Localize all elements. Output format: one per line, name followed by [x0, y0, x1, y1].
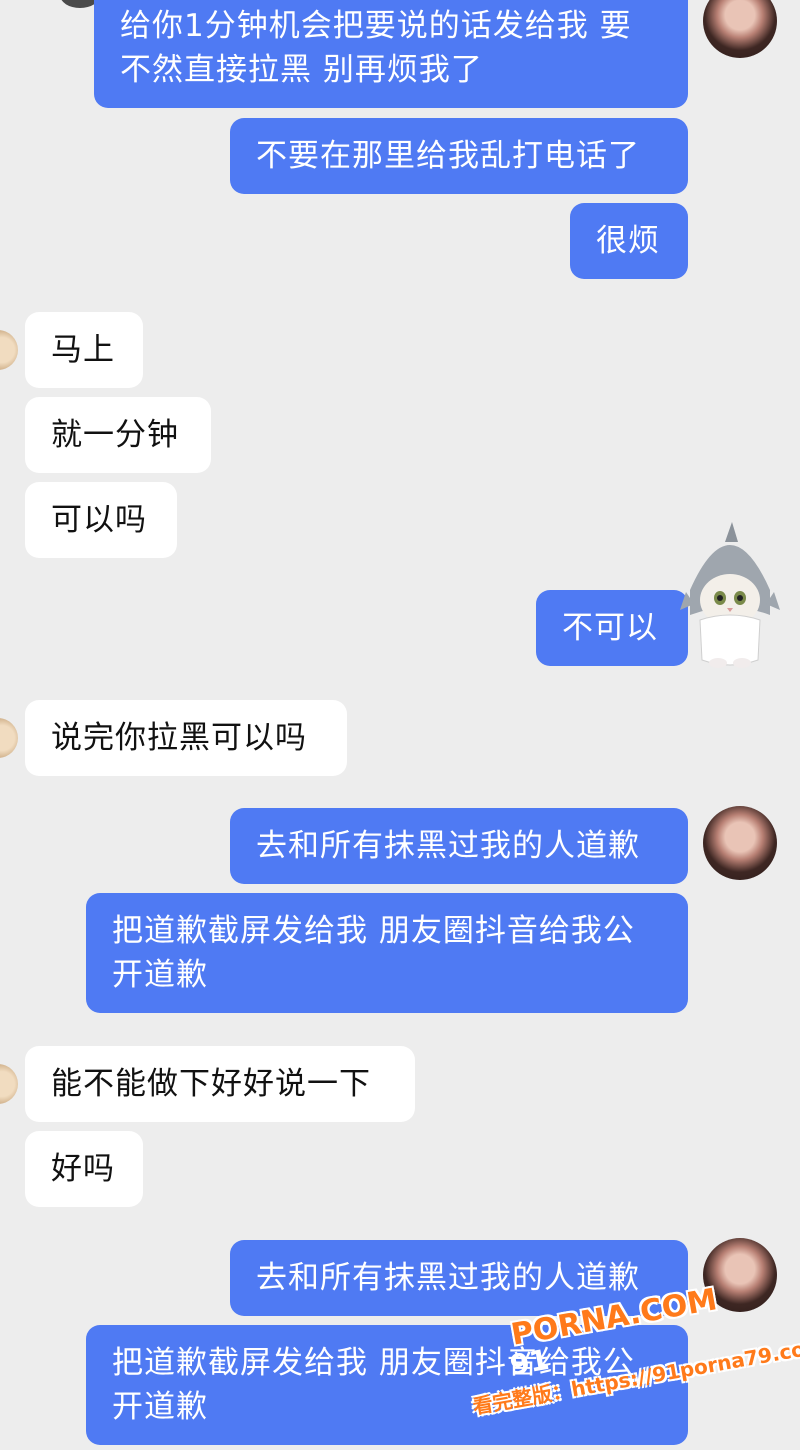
- message-bubble-sent[interactable]: 给你1分钟机会把要说的话发给我 要不然直接拉黑 别再烦我了: [94, 0, 688, 108]
- message-text: 很烦: [596, 223, 660, 259]
- watermark-prefix: 91: [507, 1342, 552, 1383]
- message-bubble-received[interactable]: 好吗: [25, 1131, 143, 1207]
- message-bubble-received[interactable]: 说完你拉黑可以吗: [25, 700, 347, 776]
- my-avatar[interactable]: [703, 0, 777, 58]
- message-text: 说完你拉黑可以吗: [51, 720, 307, 756]
- message-bubble-sent[interactable]: 去和所有抹黑过我的人道歉: [230, 808, 688, 884]
- message-bubble-sent[interactable]: 不可以: [536, 590, 688, 666]
- contact-avatar[interactable]: [0, 1064, 18, 1104]
- message-text: 不可以: [562, 610, 658, 646]
- message-bubble-received[interactable]: 可以吗: [25, 482, 177, 558]
- message-text: 不要在那里给我乱打电话了: [256, 138, 640, 174]
- message-text: 能不能做下好好说一下: [51, 1066, 371, 1102]
- message-bubble-sent[interactable]: 很烦: [570, 203, 688, 279]
- message-text: 去和所有抹黑过我的人道歉: [256, 828, 640, 864]
- message-bubble-received[interactable]: 马上: [25, 312, 143, 388]
- message-text: 可以吗: [51, 502, 147, 538]
- contact-avatar[interactable]: [0, 330, 18, 370]
- contact-avatar[interactable]: [0, 718, 18, 758]
- message-bubble-received[interactable]: 能不能做下好好说一下: [25, 1046, 415, 1122]
- watermark-site: PORNA.COM: [508, 1282, 720, 1353]
- watermark-overlay: PORNA.COM 91 看完整版：https://91porna79.com: [470, 1282, 800, 1450]
- cat-in-shark-hood-sticker[interactable]: [680, 520, 780, 670]
- message-text: 把道歉截屏发给我 朋友圈抖音给我公开道歉: [112, 913, 635, 993]
- my-avatar[interactable]: [703, 806, 777, 880]
- message-text: 就一分钟: [51, 417, 179, 453]
- message-text: 好吗: [51, 1151, 115, 1187]
- message-bubble-sent[interactable]: 把道歉截屏发给我 朋友圈抖音给我公开道歉: [86, 893, 688, 1013]
- message-bubble-sent[interactable]: 不要在那里给我乱打电话了: [230, 118, 688, 194]
- message-text: 马上: [51, 332, 115, 368]
- message-text: 给你1分钟机会把要说的话发给我 要不然直接拉黑 别再烦我了: [120, 8, 632, 88]
- message-bubble-received[interactable]: 就一分钟: [25, 397, 211, 473]
